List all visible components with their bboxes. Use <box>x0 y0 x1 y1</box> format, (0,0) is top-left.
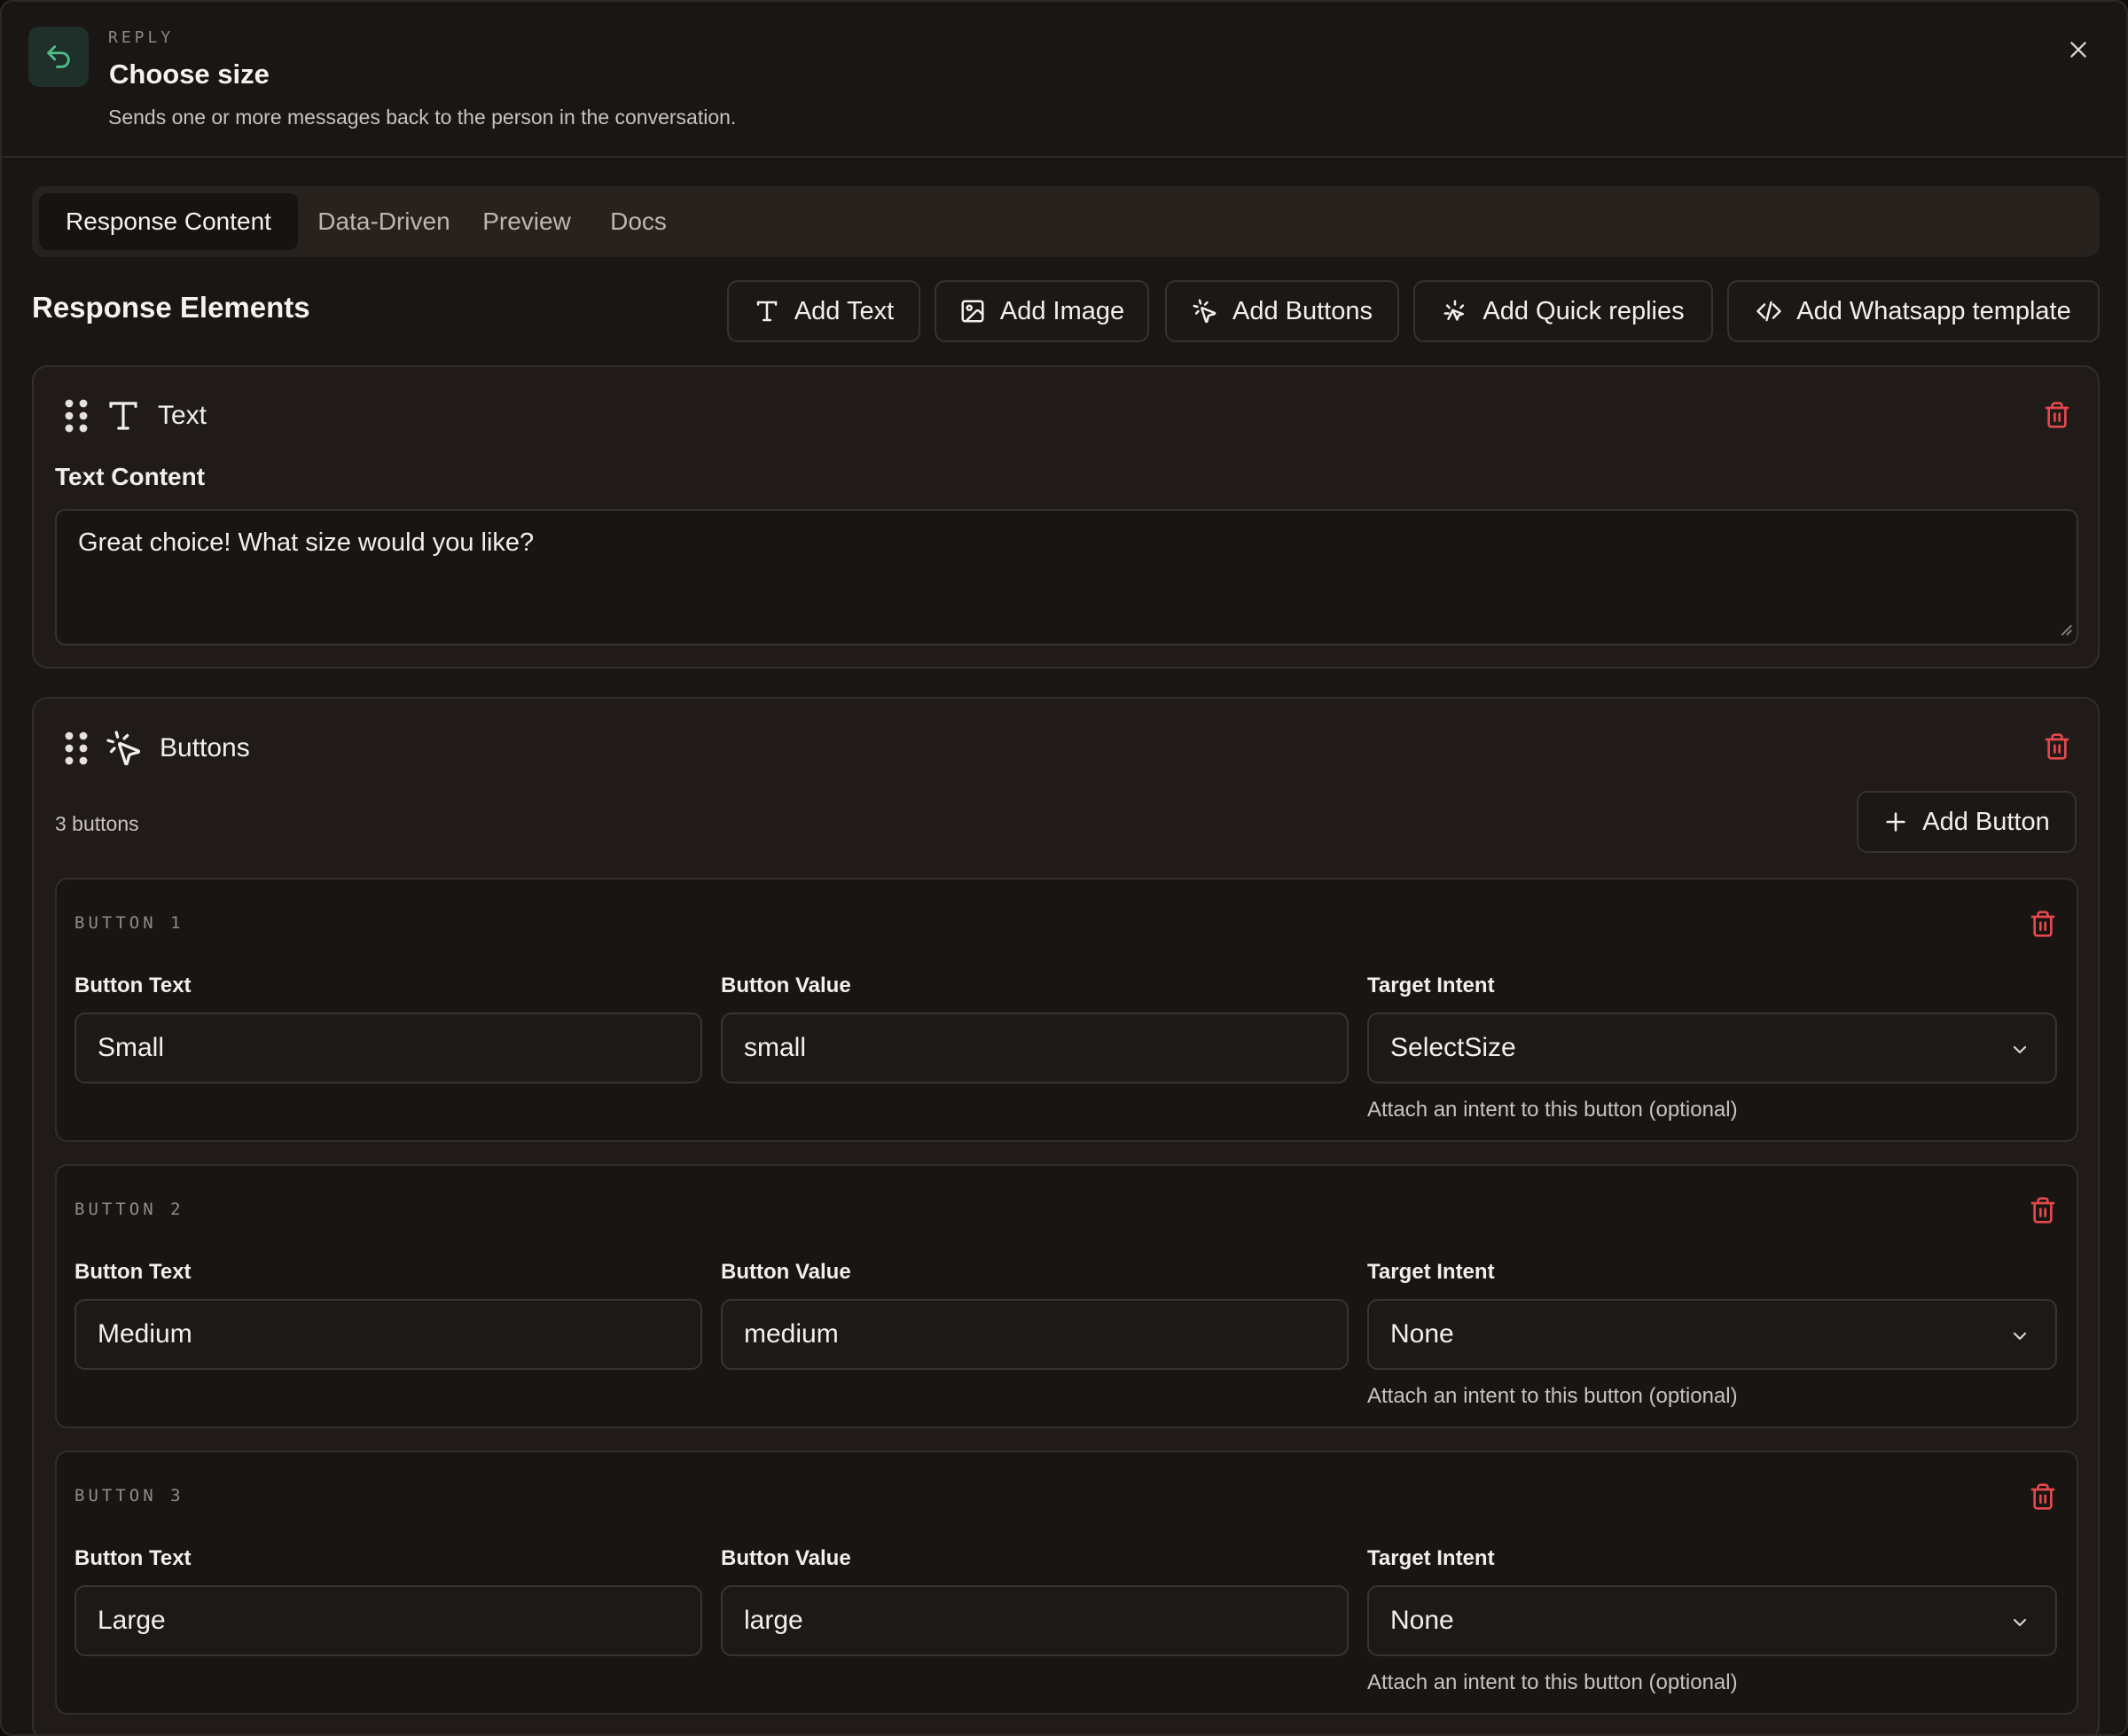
buttons-card-header: Buttons <box>64 729 250 768</box>
target-intent-label: Target Intent <box>1367 974 1495 997</box>
add-buttons-button[interactable]: Add Buttons <box>1165 280 1399 342</box>
tab-preview[interactable]: Preview <box>470 193 583 250</box>
buttons-count: 3 buttons <box>55 812 139 835</box>
add-whatsapp-template-button[interactable]: Add Whatsapp template <box>1727 280 2100 342</box>
button-text-label: Button Text <box>74 974 192 997</box>
tab-docs[interactable]: Docs <box>594 193 683 250</box>
node-title: Choose size <box>109 59 270 90</box>
text-type-icon <box>109 402 137 430</box>
delete-text-element-button[interactable] <box>2041 399 2073 431</box>
add-image-label: Add Image <box>999 296 1125 325</box>
target-intent-helper: Attach an intent to this button (optiona… <box>1367 1670 1738 1694</box>
reply-editor-panel: REPLY Choose size Sends one or more mess… <box>0 0 2128 1736</box>
add-image-button[interactable]: Add Image <box>935 280 1149 342</box>
button-value-label: Button Value <box>721 1546 851 1570</box>
pointer-click-icon <box>106 731 140 766</box>
buttons-card-title: Buttons <box>160 733 250 762</box>
add-quick-replies-label: Add Quick replies <box>1483 296 1685 325</box>
button-heading: BUTTON 3 <box>74 1486 184 1505</box>
code-icon <box>1756 301 1781 322</box>
add-text-button[interactable]: Add Text <box>727 280 920 342</box>
add-whatsapp-template-label: Add Whatsapp template <box>1796 296 2071 325</box>
trash-icon <box>2045 402 2069 428</box>
text-card-header: Text <box>64 397 207 434</box>
add-text-label: Add Text <box>794 296 895 325</box>
delete-button-1-button[interactable] <box>2027 908 2059 940</box>
section-title: Response Elements <box>32 291 310 324</box>
text-element-card: Text Text Content Great choice! What siz… <box>32 365 2100 669</box>
delete-buttons-element-button[interactable] <box>2041 731 2073 762</box>
target-intent-label: Target Intent <box>1367 1546 1495 1570</box>
sparkle-pointer-icon <box>1443 300 1465 321</box>
target-intent-helper: Attach an intent to this button (optiona… <box>1367 1098 1738 1122</box>
button-heading: BUTTON 2 <box>74 1200 184 1219</box>
reply-arrow-icon <box>28 27 89 87</box>
buttons-element-card: Buttons 3 buttons Add Button BUTTON 1 Bu… <box>32 697 2100 1734</box>
drag-handle-icon[interactable] <box>64 731 89 766</box>
button-value-input[interactable] <box>721 1013 1349 1083</box>
node-type-label: REPLY <box>108 28 175 47</box>
image-icon <box>961 300 984 323</box>
close-button[interactable] <box>2064 35 2093 64</box>
resize-grip-icon[interactable] <box>2057 621 2073 637</box>
chevron-down-icon <box>2013 1332 2027 1341</box>
add-buttons-label: Add Buttons <box>1232 296 1373 325</box>
tab-data-driven[interactable]: Data-Driven <box>309 193 459 250</box>
button-item: BUTTON 3 Button Text Button Value Target… <box>55 1451 2078 1715</box>
button-text-label: Button Text <box>74 1260 192 1284</box>
plus-icon <box>1886 812 1905 832</box>
trash-icon <box>2045 733 2069 760</box>
delete-button-2-button[interactable] <box>2027 1194 2059 1226</box>
text-card-title: Text <box>158 401 207 430</box>
chevron-down-icon <box>2013 1045 2027 1054</box>
tab-bar: Response Content Data-Driven Preview Doc… <box>32 186 2100 257</box>
pointer-click-icon <box>1193 299 1217 324</box>
button-value-input[interactable] <box>721 1299 1349 1370</box>
button-text-input[interactable] <box>74 1299 702 1370</box>
close-icon <box>2070 42 2086 58</box>
button-item: BUTTON 2 Button Text Button Value Target… <box>55 1164 2078 1428</box>
button-text-input[interactable] <box>74 1013 702 1083</box>
drag-handle-icon[interactable] <box>64 398 89 434</box>
node-description: Sends one or more messages back to the p… <box>108 106 737 129</box>
target-intent-value: SelectSize <box>1390 1033 1516 1062</box>
text-type-icon <box>756 301 778 322</box>
button-value-label: Button Value <box>721 1260 851 1284</box>
trash-icon <box>2030 911 2055 937</box>
delete-button-3-button[interactable] <box>2027 1481 2059 1513</box>
target-intent-select[interactable]: SelectSize <box>1367 1013 2057 1083</box>
button-text-input[interactable] <box>74 1585 702 1656</box>
trash-icon <box>2030 1483 2055 1510</box>
tab-response-content[interactable]: Response Content <box>39 193 298 250</box>
button-text-label: Button Text <box>74 1546 192 1570</box>
chevron-down-icon <box>2013 1618 2027 1627</box>
text-content-input[interactable]: Great choice! What size would you like? <box>55 509 2078 645</box>
target-intent-value: None <box>1390 1606 1454 1635</box>
target-intent-select[interactable]: None <box>1367 1299 2057 1370</box>
button-heading: BUTTON 1 <box>74 913 184 933</box>
target-intent-helper: Attach an intent to this button (optiona… <box>1367 1384 1738 1408</box>
add-button-button[interactable]: Add Button <box>1857 791 2077 853</box>
panel-header: REPLY Choose size Sends one or more mess… <box>2 2 2126 158</box>
trash-icon <box>2030 1197 2055 1224</box>
text-content-label: Text Content <box>55 463 206 490</box>
button-value-label: Button Value <box>721 974 851 997</box>
button-value-input[interactable] <box>721 1585 1349 1656</box>
add-button-label: Add Button <box>1922 807 2050 836</box>
target-intent-value: None <box>1390 1319 1454 1349</box>
button-item: BUTTON 1 Button Text Button Value Target… <box>55 878 2078 1142</box>
target-intent-select[interactable]: None <box>1367 1585 2057 1656</box>
target-intent-label: Target Intent <box>1367 1260 1495 1284</box>
add-quick-replies-button[interactable]: Add Quick replies <box>1413 280 1713 342</box>
